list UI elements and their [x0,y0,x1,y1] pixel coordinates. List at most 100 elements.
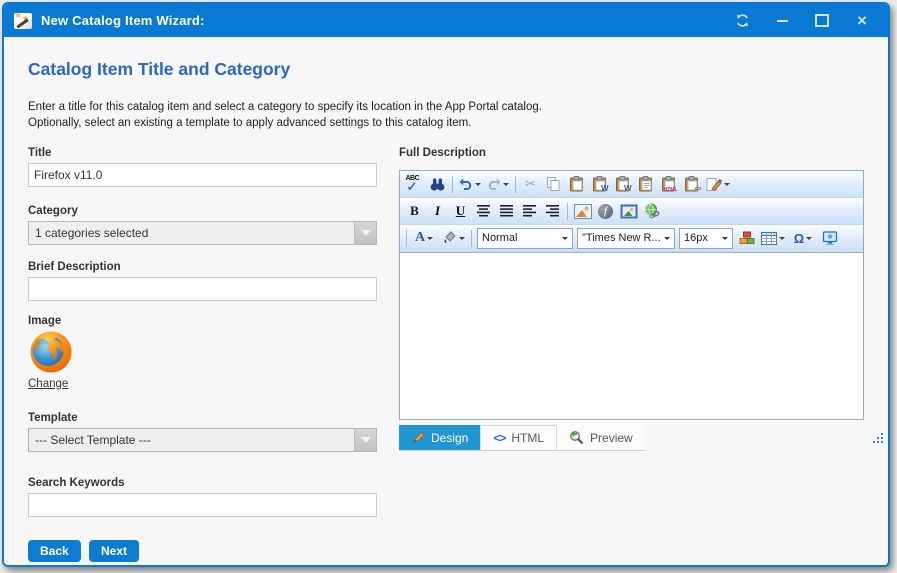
chevron-down-icon [722,237,728,240]
paste-as-html-icon: HTML [661,176,677,192]
close-button[interactable]: × [854,13,870,29]
paste-as-html-button[interactable]: HTML [657,174,680,195]
image-manager-button[interactable] [617,201,640,222]
font-size-select[interactable]: 16px [679,228,733,249]
maximize-button[interactable] [814,13,830,29]
spellcheck-button[interactable]: ABC✓ [403,174,426,195]
font-color-button[interactable]: A [410,228,438,249]
title-label: Title [28,147,51,159]
minimize-icon [777,20,788,22]
insert-symbol-button[interactable]: Ω [788,228,818,249]
editor-toolbar-row-2: B I U [400,198,863,225]
category-selected-value: 1 categories selected [29,226,354,240]
paste-html-markup-button[interactable]: <> [680,174,703,195]
window-title: New Catalog Item Wizard: [41,13,205,28]
search-keywords-input[interactable] [28,493,377,517]
minimize-button[interactable] [774,13,790,29]
refresh-button[interactable] [734,13,750,29]
monitor-icon [822,231,838,246]
tab-design[interactable]: Design [399,425,480,450]
template-dropdown-button[interactable] [354,429,376,451]
omega-icon: Ω [794,231,804,246]
toolbar-separator [567,203,568,220]
maximize-icon [815,14,829,27]
editor-resize-grip[interactable] [872,432,884,444]
undo-icon [459,178,473,190]
chevron-down-icon [562,237,568,240]
editor-content-area[interactable] [400,252,863,419]
cut-button[interactable]: ✂ [519,174,542,195]
paste-button[interactable] [565,174,588,195]
redo-button[interactable] [484,174,512,195]
chevron-down-icon [503,183,509,186]
font-family-select[interactable]: "Times New R... [577,228,675,249]
back-button[interactable]: Back [28,540,81,562]
copy-icon [547,177,560,191]
paint-bucket-icon [442,231,457,245]
page-title: Catalog Item Title and Category [28,59,290,80]
background-color-button[interactable] [438,228,468,249]
next-button[interactable]: Next [89,540,139,562]
paste-from-word-strip-font-icon: W [615,176,631,192]
brief-description-input[interactable] [28,277,377,301]
insert-flash-button[interactable]: f [594,201,617,222]
template-selected-value: --- Select Template --- [29,433,354,447]
chevron-down-icon [779,237,785,240]
paste-from-word-strip-font-button[interactable]: W [611,174,634,195]
screen: ★ ★ New Catalog Item Wizard: × [0,0,897,573]
wizard-content: Catalog Item Title and Category Enter a … [4,37,888,565]
insert-table-button[interactable] [758,228,788,249]
window-controls: × [734,13,870,29]
paste-from-word-button[interactable]: W [588,174,611,195]
insert-snippet-button[interactable] [735,228,758,249]
tab-preview[interactable]: Preview [557,425,645,450]
bold-button[interactable]: B [403,201,426,222]
tab-html[interactable]: <> HTML [480,425,557,450]
format-painter-button[interactable] [703,174,733,195]
intro-line-1: Enter a title for this catalog item and … [28,99,542,115]
title-input[interactable] [28,163,377,187]
template-dropdown[interactable]: --- Select Template --- [28,428,377,452]
align-left-button[interactable] [518,201,541,222]
tab-preview-label: Preview [590,431,633,445]
editor-toolbar-row-3: A Normal "Times New R... [400,225,863,252]
chevron-down-icon [361,437,371,443]
chevron-down-icon [459,237,465,240]
copy-button[interactable] [542,174,565,195]
font-family-value: "Times New R... [582,232,662,244]
paragraph-style-select[interactable]: Normal [477,228,573,249]
italic-icon: I [435,203,440,219]
paragraph-style-value: Normal [482,232,560,244]
firefox-logo-image [28,329,74,375]
chevron-down-icon [724,183,730,186]
image-label: Image [28,315,61,327]
find-replace-button[interactable] [426,174,449,195]
align-center-icon [476,205,491,217]
italic-button[interactable]: I [426,201,449,222]
toolbar-separator [452,176,453,193]
building-blocks-icon [739,231,755,245]
category-label: Category [28,205,78,217]
media-manager-button[interactable] [818,228,841,249]
underline-button[interactable]: U [449,201,472,222]
align-center-button[interactable] [472,201,495,222]
hyperlink-manager-button[interactable] [640,201,663,222]
align-justify-button[interactable] [495,201,518,222]
table-icon [761,232,777,245]
category-dropdown[interactable]: 1 categories selected [28,221,377,245]
paste-plain-text-button[interactable] [634,174,657,195]
undo-button[interactable] [456,174,484,195]
align-right-button[interactable] [541,201,564,222]
insert-image-icon [574,204,592,219]
cut-icon: ✂ [525,176,536,192]
star-icon: ★ [14,13,22,21]
category-dropdown-button[interactable] [354,222,376,244]
change-image-link[interactable]: Change [28,378,68,390]
paste-plain-text-icon [638,176,654,192]
pencil-icon [411,431,425,445]
refresh-icon [735,13,750,28]
format-painter-icon [706,177,722,192]
insert-image-button[interactable] [571,201,594,222]
paste-from-word-icon: W [592,176,608,192]
search-keywords-label: Search Keywords [28,477,125,489]
